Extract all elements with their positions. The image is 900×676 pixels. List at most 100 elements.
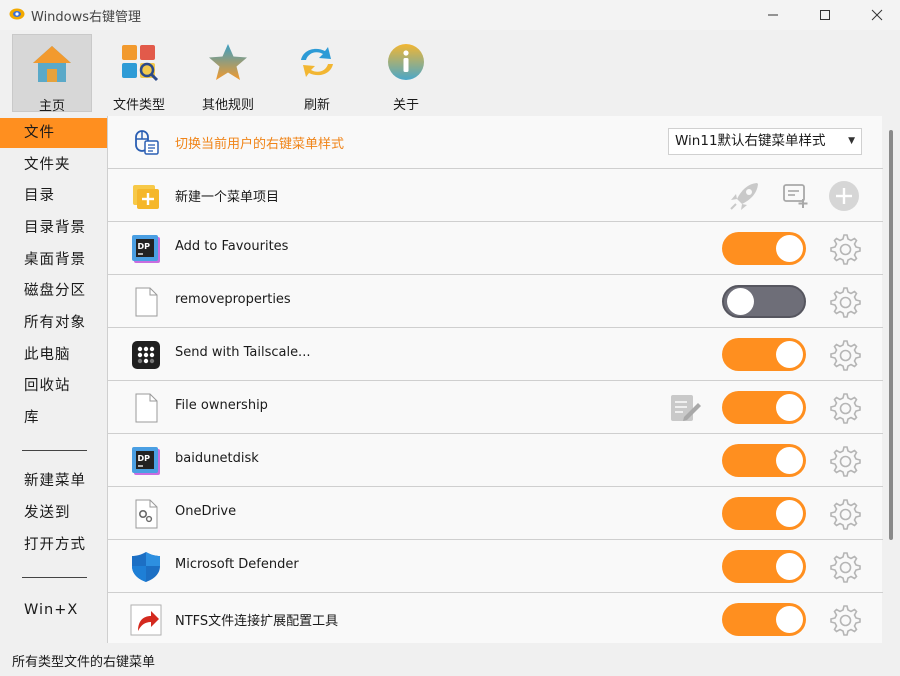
menu-item-label: OneDrive [175,504,237,519]
sidebar-item-open-with[interactable]: 打开方式 [0,530,107,560]
sidebar-item-this-pc[interactable]: 此电脑 [0,340,107,370]
gear-icon[interactable] [827,497,861,531]
close-icon [871,9,883,21]
switch-style-row: 切换当前用户的右键菜单样式 Win11默认右键菜单样式 ▼ [108,116,883,169]
enable-toggle[interactable] [722,550,806,583]
enable-toggle[interactable] [722,232,806,265]
rocket-icon[interactable] [727,179,763,213]
dp-app-icon: DP [132,235,160,263]
toolbar-file-types-label: 文件类型 [112,98,165,113]
scrollbar-thumb[interactable] [889,130,893,540]
defender-shield-icon [132,552,160,582]
add-circle-icon[interactable] [827,179,861,213]
new-menu-item-label: 新建一个菜单项目 [175,190,280,205]
toggle-knob [776,394,803,421]
menu-item-row: OneDrive [108,487,883,540]
gear-icon[interactable] [827,603,861,637]
vertical-scrollbar[interactable] [883,116,900,643]
toggle-knob [727,288,754,315]
refresh-icon [301,47,333,77]
toggle-knob [776,553,803,580]
sidebar-item-file[interactable]: 文件 [0,118,107,148]
gear-icon[interactable] [827,338,861,372]
mouse-menu-icon [135,130,159,155]
menu-item-label: File ownership [175,398,268,413]
sidebar-item-send-to[interactable]: 发送到 [0,498,107,528]
toolbar-other-rules-label: 其他规则 [201,98,254,113]
toolbar-home-button[interactable]: 主页 [12,34,92,114]
toggle-knob [776,341,803,368]
chevron-down-icon: ▼ [848,136,855,146]
close-button[interactable] [854,0,900,30]
menu-item-label: Send with Tailscale... [175,345,311,360]
toolbar-other-rules-button[interactable]: 其他规则 [188,34,268,113]
enable-toggle[interactable] [722,603,806,636]
menu-item-label: NTFS文件连接扩展配置工具 [175,614,339,629]
enable-toggle[interactable] [722,497,806,530]
gear-icon[interactable] [827,444,861,478]
toggle-knob [776,447,803,474]
info-icon [388,44,424,80]
star-icon [209,44,247,80]
sidebar: 文件 文件夹 目录 目录背景 桌面背景 磁盘分区 所有对象 此电脑 回收站 库 … [0,116,107,643]
sidebar-divider [22,577,87,578]
toolbar-about-button[interactable]: 关于 [366,34,446,113]
sidebar-item-new-menu[interactable]: 新建菜单 [0,466,107,496]
add-menu-entry-icon[interactable] [781,181,811,211]
menu-item-row: NTFS文件连接扩展配置工具 [108,593,883,646]
menu-item-label: baidunetdisk [175,451,259,466]
title-bar: Windows右键管理 [0,0,900,30]
sidebar-item-directory-background[interactable]: 目录背景 [0,213,107,243]
home-icon [33,46,71,82]
sidebar-item-winx[interactable]: Win+X [0,595,107,625]
menu-item-row: Microsoft Defender [108,540,883,593]
gear-icon[interactable] [827,391,861,425]
toggle-knob [776,235,803,262]
minimize-button[interactable] [750,0,796,30]
menu-item-row: Send with Tailscale... [108,328,883,381]
toggle-knob [776,500,803,527]
new-folder-item-icon [133,185,159,209]
menu-style-dropdown[interactable]: Win11默认右键菜单样式 ▼ [668,128,862,155]
sidebar-item-library[interactable]: 库 [0,403,107,433]
sidebar-item-disk-partition[interactable]: 磁盘分区 [0,276,107,306]
menu-item-row: removeproperties [108,275,883,328]
toolbar-file-types-button[interactable]: 文件类型 [99,34,179,113]
toolbar-refresh-button[interactable]: 刷新 [277,34,357,113]
menu-item-list: 切换当前用户的右键菜单样式 Win11默认右键菜单样式 ▼ 新建一个菜单项目 D… [107,116,883,646]
gear-icon[interactable] [827,550,861,584]
maximize-button[interactable] [802,0,848,30]
enable-toggle[interactable] [722,444,806,477]
new-menu-item-row[interactable]: 新建一个菜单项目 [108,169,883,222]
app-window: Windows右键管理 主页 文件类型 其他规则 刷新 关于 文件 文件夹 目录… [0,0,900,676]
enable-toggle[interactable] [722,391,806,424]
menu-item-row: DP baidunetdisk [108,434,883,487]
settings-file-icon [135,499,158,529]
sidebar-item-folder[interactable]: 文件夹 [0,150,107,180]
app-logo-icon [9,8,25,20]
sidebar-item-all-objects[interactable]: 所有对象 [0,308,107,338]
gear-icon[interactable] [827,232,861,266]
file-types-icon [122,45,159,82]
switch-style-label: 切换当前用户的右键菜单样式 [175,137,345,152]
menu-item-label: Add to Favourites [175,239,289,254]
blank-file-icon [135,287,158,317]
toggle-knob [776,606,803,633]
menu-item-label: Microsoft Defender [175,557,299,572]
toolbar-about-label: 关于 [392,98,419,113]
enable-toggle[interactable] [722,285,806,318]
maximize-icon [820,10,830,20]
gear-icon[interactable] [827,285,861,319]
menu-item-row: DP Add to Favourites [108,222,883,275]
menu-item-row: File ownership [108,381,883,434]
sidebar-divider [22,450,87,451]
sidebar-item-recycle-bin[interactable]: 回收站 [0,371,107,401]
edit-note-icon[interactable] [668,391,702,425]
sidebar-item-desktop-background[interactable]: 桌面背景 [0,245,107,275]
window-title: Windows右键管理 [31,10,142,25]
enable-toggle[interactable] [722,338,806,371]
shortcut-arrow-icon [130,604,162,636]
sidebar-item-directory[interactable]: 目录 [0,181,107,211]
dp-app-icon: DP [132,447,160,475]
tailscale-icon [132,341,160,369]
